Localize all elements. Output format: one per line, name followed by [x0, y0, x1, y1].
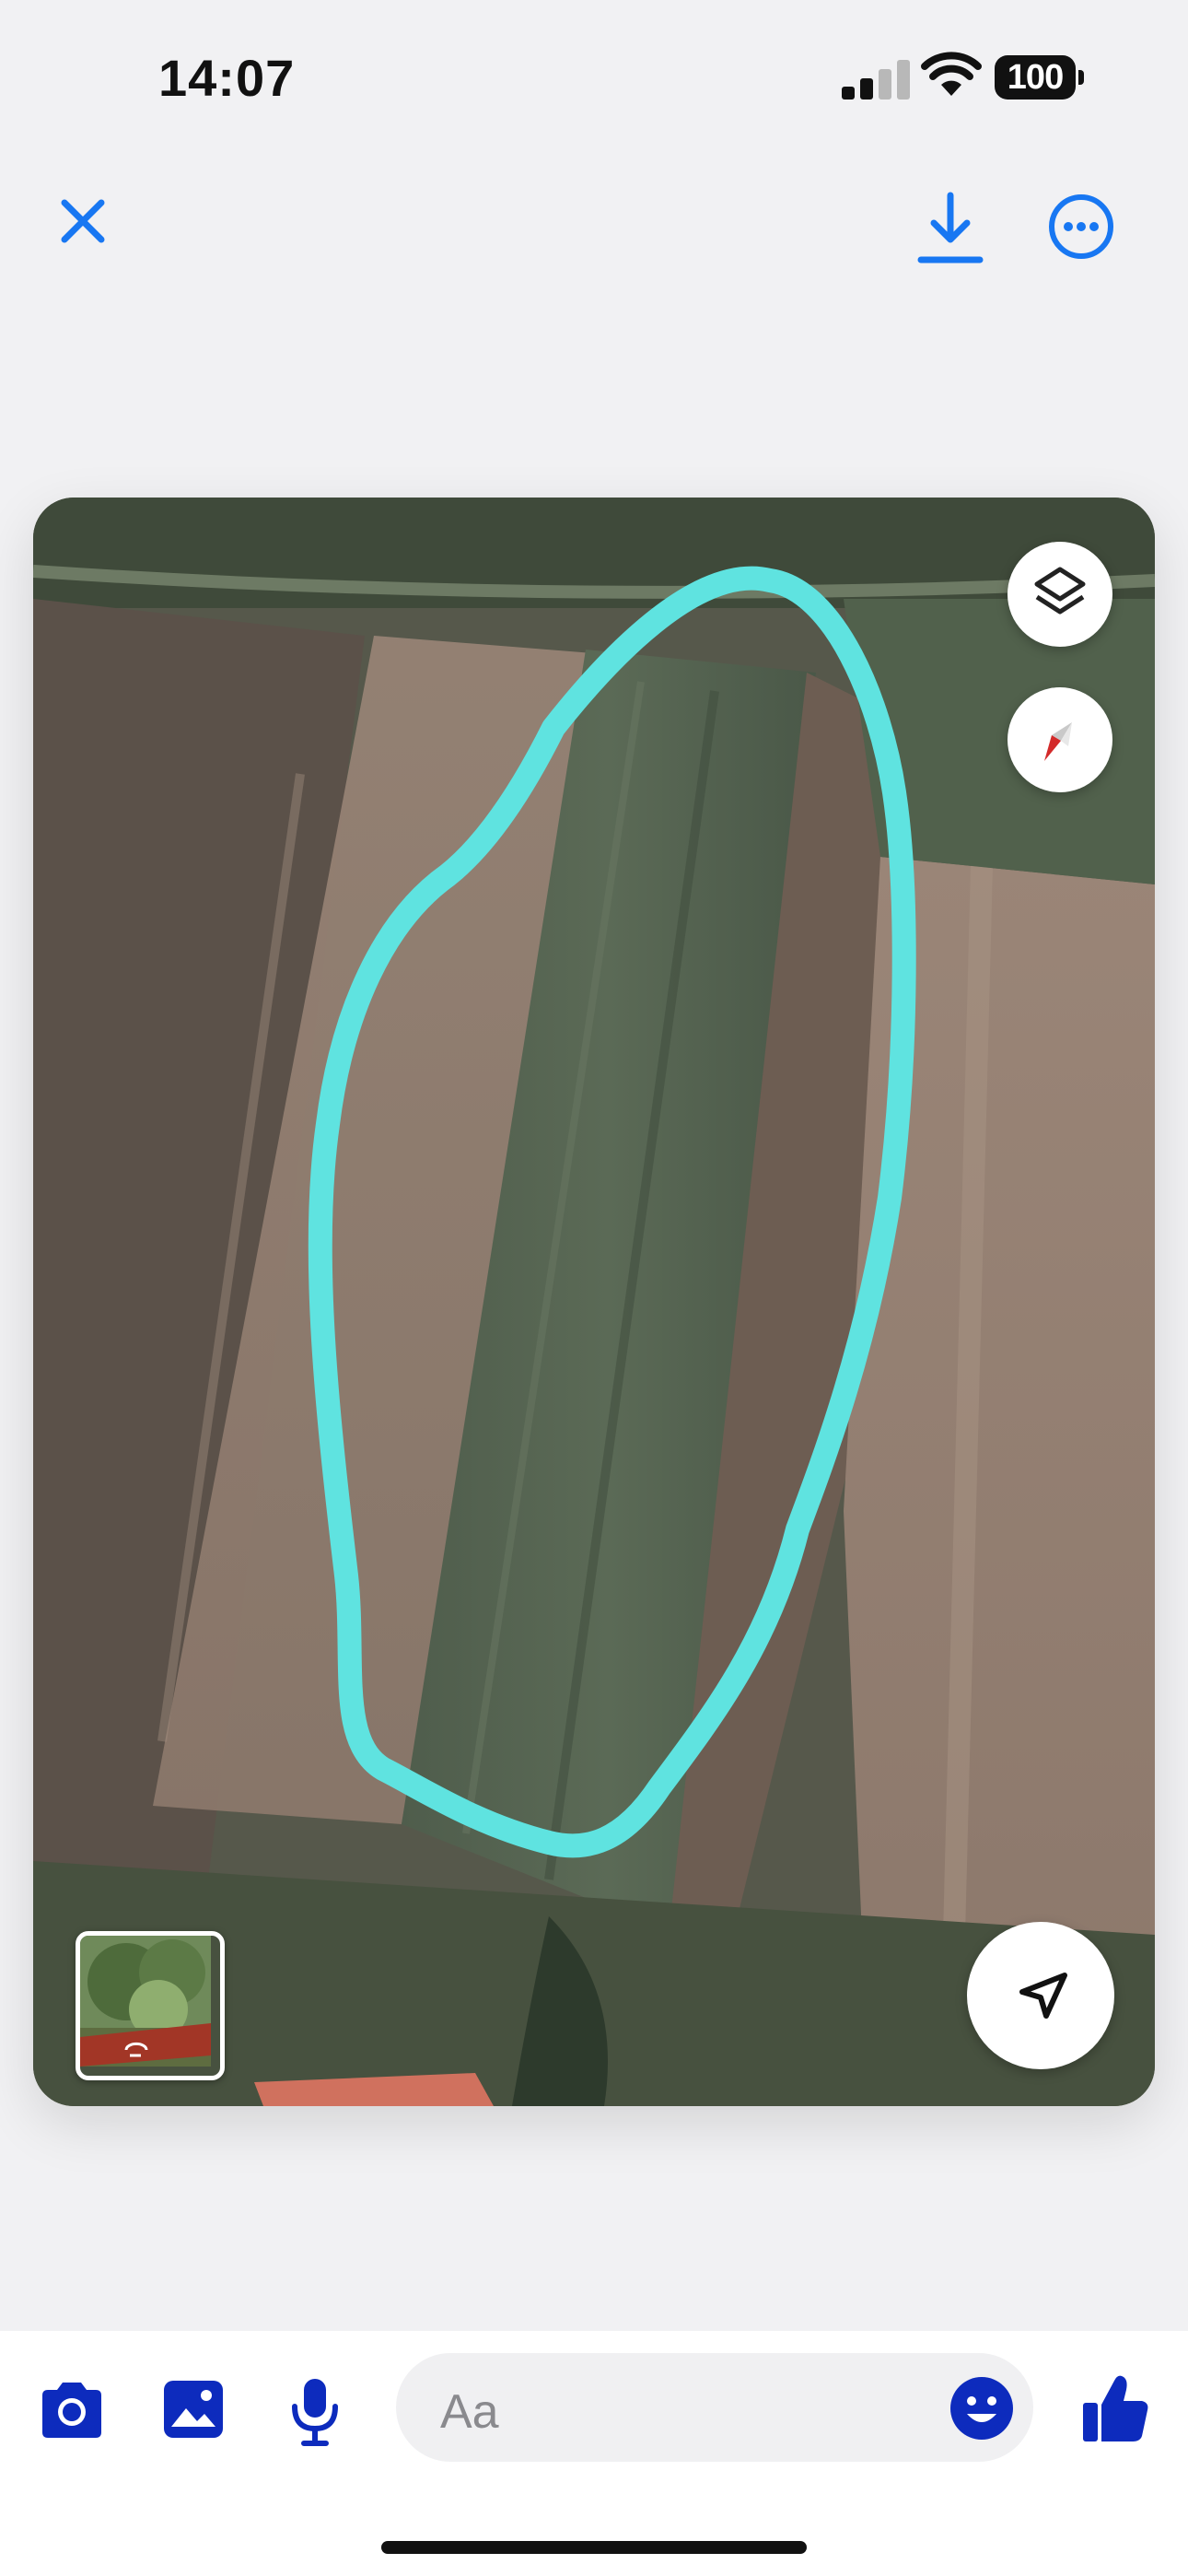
- battery-level: 100: [995, 55, 1076, 100]
- thumbs-up-icon[interactable]: [1079, 2371, 1153, 2445]
- top-toolbar: [0, 157, 1188, 286]
- download-icon[interactable]: [912, 184, 989, 267]
- camera-icon[interactable]: [37, 2377, 107, 2443]
- street-view-preview: [80, 1936, 211, 2067]
- compass-icon: [1044, 722, 1072, 761]
- close-icon[interactable]: [46, 184, 120, 258]
- street-view-thumbnail[interactable]: [76, 1931, 225, 2080]
- status-bar: 14:07 100: [0, 0, 1188, 157]
- battery-indicator: 100: [995, 55, 1087, 101]
- my-location-button[interactable]: [967, 1922, 1114, 2069]
- wifi-icon: [921, 52, 982, 96]
- navigate-arrow-icon: [1019, 1973, 1067, 2019]
- battery-nub: [1078, 70, 1084, 85]
- satellite-map[interactable]: [33, 498, 1155, 2106]
- message-input[interactable]: Aa: [396, 2353, 1033, 2462]
- photo-icon[interactable]: [160, 2377, 227, 2441]
- emoji-icon[interactable]: [949, 2375, 1015, 2441]
- compass-button[interactable]: [1007, 687, 1112, 792]
- home-indicator: [381, 2541, 807, 2554]
- cellular-signal-icon: [842, 60, 910, 100]
- layers-button[interactable]: [1007, 542, 1112, 647]
- status-time: 14:07: [158, 49, 296, 107]
- microphone-icon[interactable]: [287, 2375, 343, 2449]
- layers-icon: [1034, 567, 1086, 615]
- more-icon[interactable]: [1046, 192, 1116, 262]
- message-placeholder: Aa: [440, 2385, 499, 2439]
- map-view[interactable]: [33, 498, 1155, 2106]
